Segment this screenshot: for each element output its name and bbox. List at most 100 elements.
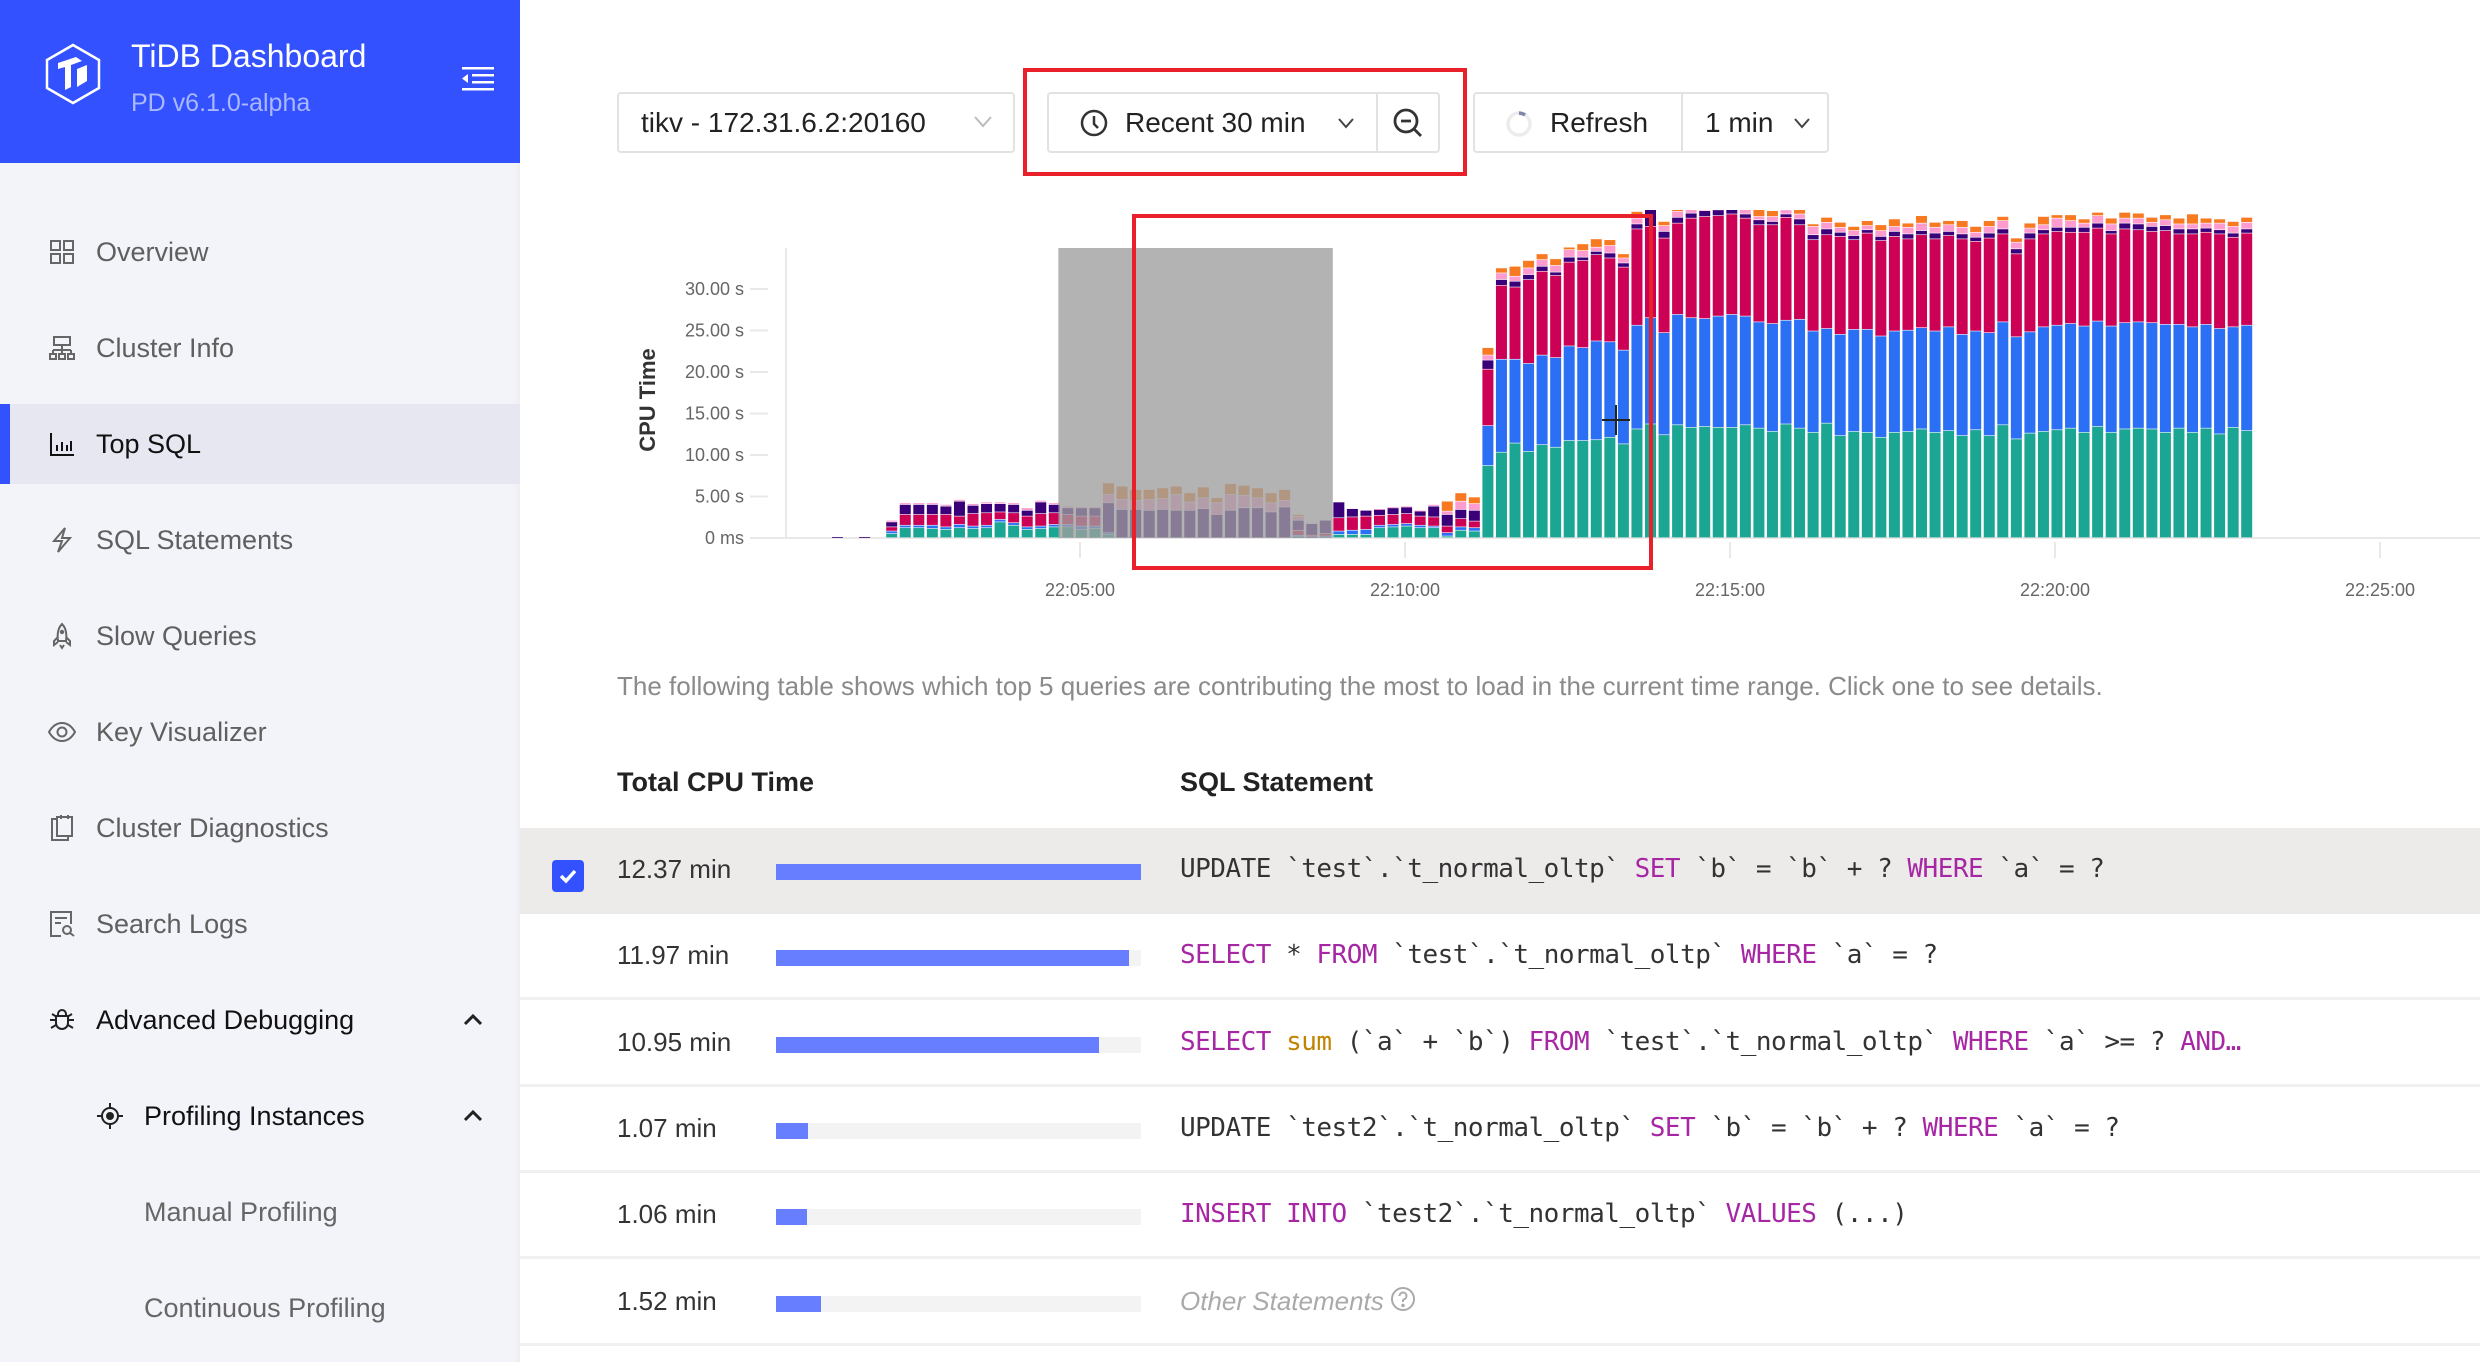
stacked-bar[interactable]	[1658, 221, 1670, 538]
stacked-bar[interactable]	[2200, 218, 2212, 538]
sidebar-item-key-visualizer[interactable]: Key Visualizer	[0, 692, 520, 772]
stacked-bar[interactable]	[913, 503, 925, 538]
stacked-bar[interactable]	[1414, 510, 1426, 538]
sidebar-item-continuous-profiling[interactable]: Continuous Profiling	[0, 1268, 520, 1348]
stacked-bar[interactable]	[1766, 210, 1778, 538]
stacked-bar[interactable]	[1495, 268, 1507, 538]
stacked-bar[interactable]	[859, 537, 871, 538]
stacked-bar[interactable]	[1875, 225, 1887, 538]
sidebar-item-advanced-debugging[interactable]: Advanced Debugging	[0, 980, 520, 1060]
stacked-bar[interactable]	[1577, 244, 1589, 538]
row-checkbox[interactable]	[552, 860, 584, 892]
stacked-bar[interactable]	[2105, 218, 2117, 538]
stacked-bar[interactable]	[1888, 219, 1900, 538]
zoom-out-button[interactable]	[1376, 94, 1438, 151]
sidebar-item-cluster-info[interactable]: Cluster Info	[0, 308, 520, 388]
sidebar-item-profiling-instances[interactable]: Profiling Instances	[0, 1076, 520, 1156]
stacked-bar[interactable]	[1902, 223, 1914, 538]
stacked-bar[interactable]	[1333, 502, 1345, 538]
stacked-bar[interactable]	[1943, 220, 1955, 538]
time-range-select[interactable]: Recent 30 min	[1049, 94, 1379, 151]
stacked-bar[interactable]	[2078, 219, 2090, 538]
stacked-bar[interactable]	[1428, 504, 1440, 538]
cpu-time-chart[interactable]: CPU Time 0 ms 5.00 s 10.00 s 15.00 s 20.00 s…	[600, 210, 2480, 630]
stacked-bar[interactable]	[1509, 266, 1521, 538]
table-row[interactable]: 11.97 min SELECT * FROM `test`.`t_normal_…	[520, 914, 2480, 1001]
stacked-bar[interactable]	[2146, 217, 2158, 538]
stacked-bar[interactable]	[2092, 212, 2104, 538]
stacked-bar[interactable]	[1048, 503, 1060, 538]
sidebar-item-top-sql[interactable]: Top SQL	[0, 404, 520, 484]
stacked-bar[interactable]	[1834, 222, 1846, 538]
stacked-bar[interactable]	[2024, 223, 2036, 538]
stacked-bar[interactable]	[1997, 216, 2009, 538]
chevron-up-icon[interactable]	[462, 1109, 484, 1123]
stacked-bar[interactable]	[2065, 215, 2077, 538]
stacked-bar[interactable]	[1794, 210, 1806, 538]
stacked-bar[interactable]	[1360, 510, 1372, 538]
stacked-bar[interactable]	[1821, 217, 1833, 538]
stacked-bar[interactable]	[1970, 226, 1982, 538]
table-row[interactable]: 1.07 min UPDATE `test2`.`t_normal_oltp` S…	[520, 1087, 2480, 1173]
stacked-bar[interactable]	[1387, 507, 1399, 538]
stacked-bar[interactable]	[2159, 215, 2171, 538]
stacked-bar[interactable]	[1523, 260, 1535, 538]
stacked-bar[interactable]	[832, 537, 843, 538]
table-row-other-statements[interactable]: 1.52 min Other Statements	[520, 1260, 2480, 1346]
stacked-bar[interactable]	[1468, 497, 1480, 538]
stacked-bar[interactable]	[1753, 210, 1765, 538]
stacked-bar[interactable]	[886, 520, 898, 538]
sidebar-item-slow-queries[interactable]: Slow Queries	[0, 596, 520, 676]
stacked-bar[interactable]	[1563, 247, 1575, 538]
stacked-bar[interactable]	[1645, 210, 1656, 538]
stacked-bar[interactable]	[2010, 238, 2022, 538]
collapse-sidebar-icon[interactable]	[462, 66, 494, 92]
stacked-bar[interactable]	[2037, 216, 2049, 538]
stacked-bar[interactable]	[1536, 254, 1548, 538]
sidebar-item-overview[interactable]: Overview	[0, 212, 520, 292]
stacked-bar[interactable]	[1441, 501, 1453, 538]
stacked-bar[interactable]	[1685, 210, 1697, 538]
stacked-bar[interactable]	[1035, 500, 1047, 538]
stacked-bar[interactable]	[1021, 508, 1033, 538]
stacked-bar[interactable]	[953, 499, 965, 538]
stacked-bar[interactable]	[940, 504, 952, 538]
stacked-bar[interactable]	[1631, 211, 1643, 538]
stacked-bar[interactable]	[994, 502, 1006, 538]
chevron-up-icon[interactable]	[462, 1013, 484, 1027]
stacked-bar[interactable]	[1346, 508, 1358, 538]
stacked-bar[interactable]	[2187, 214, 2198, 538]
stacked-bar[interactable]	[1983, 220, 1995, 538]
stacked-bar[interactable]	[2214, 219, 2226, 538]
stacked-bar[interactable]	[981, 502, 993, 538]
stacked-bar[interactable]	[2119, 212, 2131, 538]
stacked-bar[interactable]	[2227, 221, 2239, 538]
stacked-bar[interactable]	[2173, 218, 2185, 538]
instance-select[interactable]: tikv - 172.31.6.2:20160	[617, 92, 1015, 153]
stacked-bar[interactable]	[2132, 213, 2144, 538]
stacked-bar[interactable]	[1590, 239, 1602, 538]
stacked-bar[interactable]	[1672, 210, 1684, 538]
stacked-bar[interactable]	[1956, 220, 1968, 538]
stacked-bar[interactable]	[2051, 215, 2063, 538]
table-row[interactable]: 12.37 min UPDATE `test`.`t_normal_oltp` S…	[520, 828, 2480, 914]
stacked-bar[interactable]	[967, 503, 979, 538]
stacked-bar[interactable]	[1401, 506, 1413, 538]
stacked-bar[interactable]	[1482, 347, 1494, 538]
refresh-interval-select[interactable]: 1 min	[1681, 94, 1827, 151]
sidebar-item-manual-profiling[interactable]: Manual Profiling	[0, 1172, 520, 1252]
stacked-bar[interactable]	[899, 503, 911, 538]
sidebar-item-sql-statements[interactable]: SQL Statements	[0, 500, 520, 580]
sidebar-item-cluster-diagnostics[interactable]: Cluster Diagnostics	[0, 788, 520, 868]
table-row[interactable]: 1.06 min INSERT INTO `test2`.`t_normal_ol…	[520, 1173, 2480, 1260]
stacked-bar[interactable]	[1929, 222, 1941, 538]
stacked-bar[interactable]	[1848, 226, 1860, 538]
sidebar-item-search-logs[interactable]: Search Logs	[0, 884, 520, 964]
stacked-bar[interactable]	[1916, 215, 1927, 538]
stacked-bar[interactable]	[1699, 210, 1711, 538]
stacked-bar[interactable]	[1739, 210, 1751, 538]
stacked-bar[interactable]	[1807, 224, 1819, 538]
table-row[interactable]: 10.95 min SELECT sum (`a` + `b`) FROM `te…	[520, 1001, 2480, 1087]
stacked-bar[interactable]	[926, 503, 938, 538]
stacked-bar[interactable]	[1008, 503, 1020, 538]
